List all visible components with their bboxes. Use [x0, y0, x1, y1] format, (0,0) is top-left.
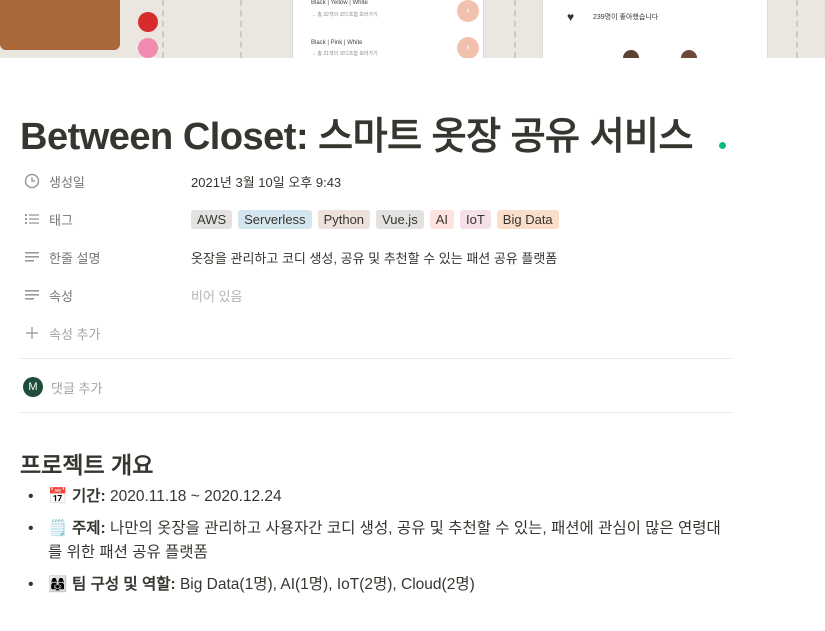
- cover-row-label: Black | Yellow | White: [311, 0, 368, 6]
- cover-row-label: Black | Pink | White: [311, 40, 363, 46]
- overview-list: 📅기간: 2020.11.18 ~ 2020.12.24 🗒️주제: 나만의 옷…: [28, 485, 728, 605]
- cover-divider: [162, 0, 165, 58]
- cover-divider: [514, 0, 517, 58]
- cover-divider: [796, 0, 799, 58]
- cover-row-sub: → 총 21개의 코디조합 보러가기: [311, 51, 378, 57]
- tags-value[interactable]: AWS Serverless Python Vue.js AI IoT Big …: [191, 202, 565, 236]
- swatch-red: [138, 12, 158, 32]
- coat-image: [0, 0, 120, 50]
- property-label: 생성일: [49, 174, 85, 190]
- divider: [20, 358, 732, 359]
- text-icon: [24, 249, 40, 265]
- tag-serverless[interactable]: Serverless: [238, 209, 312, 229]
- item-text: Big Data(1명), AI(1명), IoT(2명), Cloud(2명): [175, 576, 475, 593]
- tag-big-data[interactable]: Big Data: [496, 209, 559, 229]
- item-label: 주제:: [72, 520, 106, 537]
- swatch-pink: [138, 38, 158, 58]
- calendar-icon: 📅: [48, 488, 68, 505]
- property-label: 속성: [49, 288, 73, 304]
- arrow-icon: ›: [457, 0, 479, 22]
- color-swatches: [138, 0, 158, 58]
- page-title[interactable]: Between Closet: 스마트 옷장 공유 서비스: [20, 105, 693, 160]
- presence-indicator: [719, 142, 726, 149]
- tag-iot[interactable]: IoT: [460, 209, 491, 229]
- avatar: M: [23, 377, 43, 397]
- tag-aws[interactable]: AWS: [191, 209, 233, 229]
- created-value: 2021년 3월 10일 오후 9:43: [191, 174, 342, 190]
- item-label: 팀 구성 및 역할:: [72, 576, 176, 593]
- property-summary[interactable]: 한줄 설명 옷장을 관리하고 코디 생성, 공유 및 추천할 수 있는 패션 공…: [20, 240, 732, 274]
- likes-text: 239명이 좋아했습니다: [593, 14, 659, 21]
- add-comment[interactable]: M 댓글 추가: [20, 373, 102, 401]
- heart-icon: ♥: [567, 10, 575, 24]
- phone-mockup-right: ♥ 239명이 좋아했습니다: [542, 0, 768, 58]
- item-label: 기간:: [72, 488, 106, 505]
- cover-divider: [240, 0, 243, 58]
- list-item: 👩‍👩‍👧팀 구성 및 역할: Big Data(1명), AI(1명), Io…: [28, 573, 728, 597]
- arrow-icon: ›: [457, 37, 479, 58]
- tag-vuejs[interactable]: Vue.js: [376, 209, 424, 229]
- add-property-button[interactable]: 속성 추가: [20, 316, 732, 350]
- attribute-value[interactable]: 비어 있음: [191, 278, 242, 312]
- text-icon: [24, 287, 40, 303]
- list-icon: [24, 211, 40, 227]
- divider: [20, 412, 732, 413]
- notepad-icon: 🗒️: [48, 520, 68, 537]
- phone-mockup-left: Black | Yellow | White → 총 32개의 코디조합 보러가…: [292, 0, 484, 58]
- list-item: 🗒️주제: 나만의 옷장을 관리하고 사용자간 코디 생성, 공유 및 추천할 …: [28, 517, 728, 565]
- plus-icon: [24, 325, 40, 341]
- list-item: 📅기간: 2020.11.18 ~ 2020.12.24: [28, 485, 728, 509]
- property-label: 한줄 설명: [49, 250, 101, 266]
- clock-icon: [24, 173, 40, 189]
- section-heading: 프로젝트 개요: [20, 452, 154, 478]
- comment-placeholder[interactable]: 댓글 추가: [51, 378, 102, 397]
- property-label: 태그: [49, 212, 73, 228]
- cover-image: Black | Yellow | White → 총 32개의 코디조합 보러가…: [0, 0, 825, 58]
- property-attribute[interactable]: 속성 비어 있음: [20, 278, 732, 312]
- summary-value: 옷장을 관리하고 코디 생성, 공유 및 추천할 수 있는 패션 공유 플랫폼: [191, 250, 558, 266]
- team-icon: 👩‍👩‍👧: [48, 576, 68, 593]
- property-created[interactable]: 생성일 2021년 3월 10일 오후 9:43: [20, 164, 732, 198]
- property-tags[interactable]: 태그 AWS Serverless Python Vue.js AI IoT B…: [20, 202, 732, 236]
- item-text: 2020.11.18 ~ 2020.12.24: [105, 488, 282, 505]
- add-property-label: 속성 추가: [49, 326, 101, 342]
- cover-row-sub: → 총 32개의 코디조합 보러가기: [311, 12, 378, 18]
- item-text: 나만의 옷장을 관리하고 사용자간 코디 생성, 공유 및 추천할 수 있는, …: [48, 520, 721, 561]
- tag-python[interactable]: Python: [317, 209, 371, 229]
- model-head: [681, 50, 697, 58]
- model-head: [623, 50, 639, 58]
- tag-ai[interactable]: AI: [429, 209, 454, 229]
